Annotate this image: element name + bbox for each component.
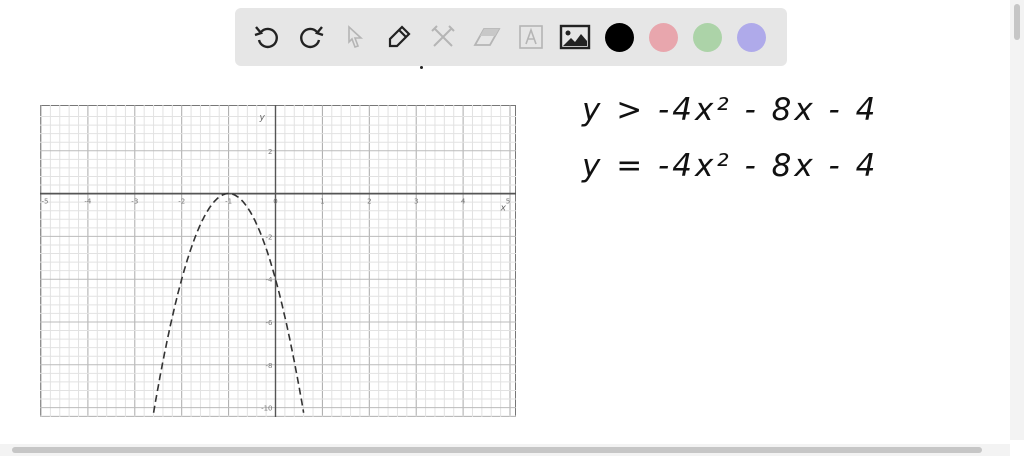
x-tick-label: -2: [178, 198, 185, 206]
y-tick-label: -6: [266, 319, 274, 327]
tools-icon: [431, 25, 455, 47]
vertical-scrollbar[interactable]: [1010, 0, 1024, 440]
redo-button[interactable]: [289, 15, 333, 59]
x-tick-label: 1: [320, 198, 324, 206]
image-button[interactable]: [553, 15, 597, 59]
y-tick-label: 2: [268, 148, 272, 156]
redo-icon: [300, 26, 324, 49]
horizontal-scrollbar[interactable]: [0, 444, 1010, 456]
color-purple[interactable]: [729, 15, 773, 59]
y-tick-label: -10: [261, 405, 272, 413]
image-icon: [559, 24, 591, 50]
y-tick-label: -4: [266, 276, 274, 284]
color-swatch: [604, 22, 634, 52]
x-tick-label: -4: [84, 198, 92, 206]
x-tick-label: 0: [273, 198, 277, 206]
cursor-icon: [348, 25, 364, 49]
text-icon: [519, 25, 543, 49]
color-swatch: [692, 22, 722, 52]
y-axis-label: y: [259, 113, 266, 123]
x-tick-label: -5: [42, 198, 49, 206]
color-black[interactable]: [597, 15, 641, 59]
x-tick-label: -1: [225, 198, 232, 206]
cursor-dot: [420, 66, 423, 69]
color-swatch: [648, 22, 678, 52]
x-axis-label: x: [500, 204, 507, 214]
x-tick-label: 3: [414, 198, 418, 206]
tools-button[interactable]: [421, 15, 465, 59]
drawing-toolbar: [235, 8, 787, 66]
undo-icon: [254, 26, 278, 49]
y-tick-label: -2: [266, 233, 273, 241]
x-tick-label: 4: [461, 198, 466, 206]
parabola-graph: -5 -4 -3 -2 -1 0 1 2 3 4 52-2-4-6-8-10yx: [40, 105, 516, 417]
x-tick-label: 2: [367, 198, 371, 206]
boundary-equation-text: y = -4x² - 8x - 4: [582, 148, 879, 184]
color-green[interactable]: [685, 15, 729, 59]
undo-button[interactable]: [245, 15, 289, 59]
color-pink[interactable]: [641, 15, 685, 59]
x-tick-label: -3: [131, 198, 138, 206]
inequality-text: y > -4x² - 8x - 4: [582, 92, 879, 128]
text-button[interactable]: [509, 15, 553, 59]
select-button[interactable]: [333, 15, 377, 59]
color-swatch: [736, 22, 766, 52]
pencil-icon: [388, 25, 411, 48]
eraser-button[interactable]: [465, 15, 509, 59]
x-tick-label: 5: [506, 198, 510, 206]
pen-button[interactable]: [377, 15, 421, 59]
eraser-icon: [473, 28, 501, 46]
y-tick-label: -8: [266, 362, 273, 370]
